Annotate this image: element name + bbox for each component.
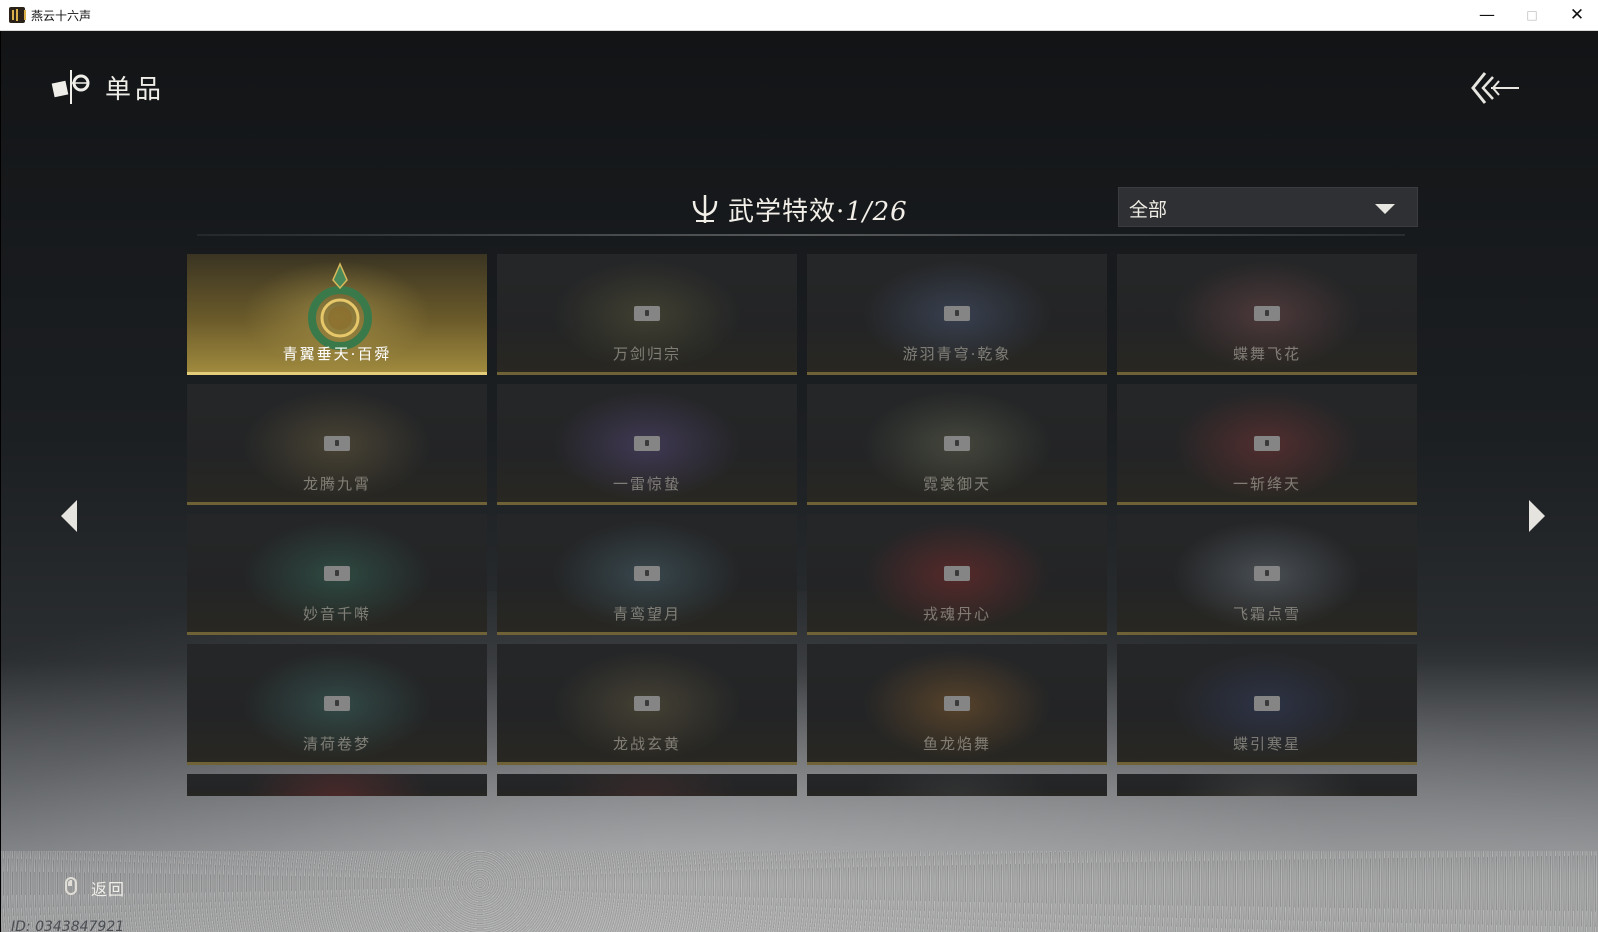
window-titlebar: 燕云十六声 — □ ✕	[0, 0, 1598, 31]
window-title: 燕云十六声	[31, 9, 92, 23]
effects-grid: 青翼垂天·百舜 万剑归宗 游羽青穹·乾象 蝶舞飞花龙腾九霄 一雷惊蛰 霓裳御天 一斩绛天妙音…	[187, 254, 1417, 796]
lock-icon	[631, 562, 663, 588]
effect-card[interactable]: 青鸾望月	[497, 514, 797, 635]
section-count: 1/26	[845, 197, 908, 227]
effect-card[interactable]: 青翼垂天·百舜	[187, 254, 487, 375]
lock-icon	[1251, 562, 1283, 588]
game-viewport: 单品 武学特效·1/26 全部 青翼垂天·百舜 万剑归宗 游羽青穹·乾象 蝶舞飞花龙腾…	[1, 31, 1598, 932]
minimize-button[interactable]: —	[1464, 0, 1510, 31]
lock-icon	[631, 692, 663, 718]
effect-preview-image	[552, 774, 742, 796]
effect-card[interactable]: 妙音千啭	[187, 514, 487, 635]
back-button[interactable]: 返回	[91, 876, 125, 900]
effect-card[interactable]: 万剑归宗	[497, 254, 797, 375]
effect-card-name: 霓裳御天	[922, 475, 991, 493]
trident-icon	[692, 195, 718, 223]
app-logo-icon	[9, 7, 26, 23]
lock-icon	[1251, 432, 1283, 458]
filter-selected-value: 全部	[1129, 199, 1168, 221]
effect-card-name: 万剑归宗	[612, 345, 681, 363]
effect-card-partial[interactable]	[497, 774, 797, 796]
effect-card-name: 鱼龙焰舞	[922, 735, 991, 753]
effect-card[interactable]: 霓裳御天	[807, 384, 1107, 505]
lock-icon	[321, 432, 353, 458]
effect-card-name: 游羽青穹·乾象	[902, 345, 1012, 363]
lock-icon	[941, 432, 973, 458]
effect-card-partial[interactable]	[187, 774, 487, 796]
effect-card[interactable]: 一斩绛天	[1117, 384, 1417, 505]
effect-card[interactable]: 鱼龙焰舞	[807, 644, 1107, 765]
lock-icon	[941, 302, 973, 328]
section-title: 武学特效·1/26	[728, 191, 908, 228]
section-divider	[197, 234, 1405, 236]
category-filter-dropdown[interactable]: 全部	[1118, 187, 1418, 227]
effect-card[interactable]: 一雷惊蛰	[497, 384, 797, 505]
lock-icon	[941, 562, 973, 588]
effect-preview-image	[242, 774, 432, 796]
next-page-arrow-icon[interactable]	[1529, 500, 1545, 532]
lock-icon	[631, 432, 663, 458]
effect-card-name: 蝶舞飞花	[1232, 345, 1301, 363]
prev-page-arrow-icon[interactable]	[61, 500, 77, 532]
effect-card-name: 青鸾望月	[612, 605, 681, 623]
lock-icon	[321, 692, 353, 718]
effect-card[interactable]: 龙战玄黄	[497, 644, 797, 765]
close-button[interactable]: ✕	[1554, 0, 1598, 31]
dropdown-arrow-icon	[1375, 204, 1395, 214]
effect-card-name: 戎魂丹心	[922, 605, 991, 623]
effect-card[interactable]: 游羽青穹·乾象	[807, 254, 1107, 375]
triple-chevron-back-icon[interactable]	[1469, 69, 1521, 107]
effect-card[interactable]: 龙腾九霄	[187, 384, 487, 505]
effect-card-name: 一斩绛天	[1232, 475, 1301, 493]
page-title: 单品	[105, 75, 166, 105]
section-title-text: 武学特效·	[728, 197, 846, 227]
lock-icon	[631, 302, 663, 328]
effect-card-partial[interactable]	[1117, 774, 1417, 796]
effect-card-name: 龙战玄黄	[612, 735, 681, 753]
effect-card-name: 妙音千啭	[302, 605, 371, 623]
mouse-right-click-icon	[65, 877, 77, 895]
effect-card[interactable]: 蝶舞飞花	[1117, 254, 1417, 375]
effect-card-name: 飞霜点雪	[1232, 605, 1301, 623]
effect-card-name: 一雷惊蛰	[612, 475, 681, 493]
effect-card-partial[interactable]	[807, 774, 1107, 796]
effect-card[interactable]: 飞霜点雪	[1117, 514, 1417, 635]
lock-icon	[321, 562, 353, 588]
effect-card-name: 清荷卷梦	[302, 735, 371, 753]
maximize-button[interactable]: □	[1509, 0, 1555, 31]
lock-icon	[941, 692, 973, 718]
lock-icon	[1251, 302, 1283, 328]
shop-icon	[51, 70, 90, 104]
effect-card-name: 蝶引寒星	[1232, 735, 1301, 753]
effect-card[interactable]: 清荷卷梦	[187, 644, 487, 765]
snow-ground	[1, 851, 1598, 932]
player-id: ID: 0343847921	[11, 919, 125, 932]
effect-card[interactable]: 戎魂丹心	[807, 514, 1107, 635]
effect-card[interactable]: 蝶引寒星	[1117, 644, 1417, 765]
effect-card-name: 青翼垂天·百舜	[282, 345, 392, 363]
lock-icon	[1251, 692, 1283, 718]
effect-preview-image	[1172, 774, 1362, 796]
effect-card-name: 龙腾九霄	[302, 475, 371, 493]
effect-preview-image	[862, 774, 1052, 796]
